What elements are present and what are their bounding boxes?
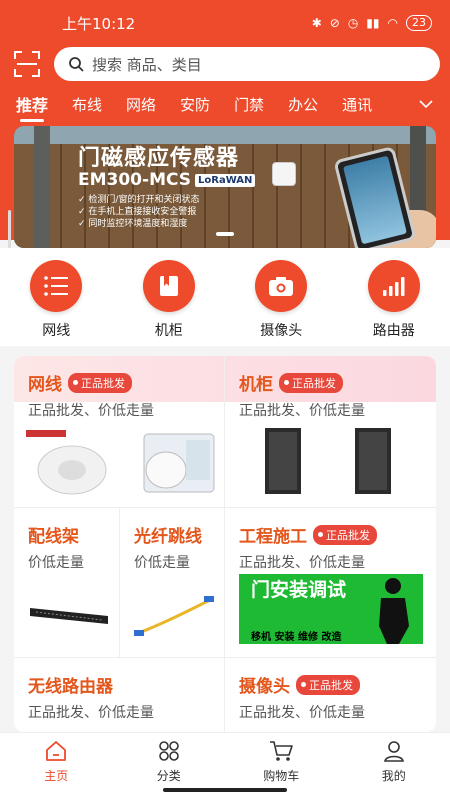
- product-grid: 网线 正品批发 正品批发、价低走量 机柜 正品批发 正品批发、价低走量 配线架 …: [14, 356, 436, 732]
- card-subtitle: 正品批发、价低走量: [239, 705, 365, 721]
- promo-banner[interactable]: 门磁感应传感器 EM300-MCS LoRaWAN ✓ 检测门/窗的打开和关闭状…: [14, 126, 436, 248]
- quick-categories: 网线 机柜 摄像头 路由器: [0, 248, 450, 346]
- tab-label: 购物车: [263, 769, 300, 783]
- home-indicator: [163, 788, 287, 792]
- signal-bars-icon: [367, 260, 420, 312]
- tab-recommend[interactable]: 推荐: [16, 92, 48, 122]
- cart-icon: [270, 741, 294, 761]
- banner-model: EM300-MCS LoRaWAN: [78, 170, 256, 190]
- sensor-image: [272, 162, 296, 186]
- card-subtitle: 正品批发、价低走量: [28, 403, 154, 419]
- grid-card-fiber-patch[interactable]: 光纤跳线 价低走量: [120, 508, 225, 658]
- book-icon: [142, 260, 195, 312]
- category-tabs: 推荐 布线 网络 安防 门禁 办公 通讯: [0, 82, 450, 126]
- tab-office[interactable]: 办公: [288, 94, 318, 115]
- tab-communication[interactable]: 通讯: [342, 94, 372, 115]
- scan-icon[interactable]: [14, 51, 40, 77]
- tab-label: 我的: [381, 769, 406, 783]
- installation-subline: 移机 安装 维修 改造: [251, 632, 342, 643]
- card-title: 摄像头: [239, 677, 290, 697]
- bluetooth-icon: ✱: [311, 16, 322, 30]
- status-badge: 正品批发: [68, 372, 132, 393]
- grid-card-cabinet[interactable]: 机柜 正品批发 正品批发、价低走量: [225, 356, 436, 508]
- quick-item-router[interactable]: 路由器: [354, 260, 434, 346]
- search-placeholder: 搜索 商品、类目: [92, 55, 202, 74]
- grid-icon: [158, 741, 179, 761]
- status-time: 上午10:12: [62, 14, 136, 33]
- installation-image: 门安装调试 移机 安装 维修 改造: [239, 574, 423, 644]
- card-title: 工程施工: [239, 527, 307, 547]
- battery-icon: 23: [406, 15, 432, 31]
- search-icon: [69, 57, 84, 72]
- grid-card-patch-panel[interactable]: 配线架 价低走量: [14, 508, 120, 658]
- card-subtitle: 正品批发、价低走量: [239, 403, 365, 419]
- grid-card-network-cable[interactable]: 网线 正品批发 正品批发、价低走量: [14, 356, 225, 508]
- tab-network[interactable]: 网络: [126, 94, 156, 115]
- grid-card-camera[interactable]: 摄像头 正品批发 正品批发、价低走量: [225, 658, 436, 732]
- tab-label: 主页: [44, 769, 69, 783]
- grid-card-engineering[interactable]: 工程施工 正品批发 正品批发、价低走量 门安装调试 移机 安装 维修 改造: [225, 508, 436, 658]
- tab-mine[interactable]: 我的: [338, 733, 450, 800]
- status-bar: 上午10:12 ✱ ⊘ ◷ ▮▮ ◠ 23: [0, 0, 450, 46]
- status-badge: 正品批发: [279, 372, 343, 393]
- alarm-icon: ◷: [347, 16, 359, 30]
- card-title: 光纤跳线: [134, 527, 202, 547]
- tab-access-control[interactable]: 门禁: [234, 94, 264, 115]
- patch-panel-image: [28, 594, 112, 638]
- user-icon: [383, 741, 404, 762]
- status-icons: ✱ ⊘ ◷ ▮▮ ◠ 23: [312, 15, 432, 31]
- tab-label: 分类: [156, 769, 181, 783]
- fiber-cable-image: [132, 594, 216, 644]
- card-subtitle: 正品批发、价低走量: [239, 555, 365, 571]
- list-icon: [30, 260, 83, 312]
- status-badge: 正品批发: [296, 674, 360, 695]
- card-title: 网线: [28, 375, 62, 395]
- card-title: 配线架: [28, 527, 79, 547]
- quick-item-network-cable[interactable]: 网线: [16, 260, 96, 346]
- quick-label: 网线: [42, 323, 71, 339]
- signal-icon: ▮▮: [366, 16, 380, 30]
- card-title: 机柜: [239, 375, 273, 395]
- carousel-indicator: [216, 232, 234, 236]
- installation-headline: 门安装调试: [251, 579, 347, 601]
- camera-icon: [255, 260, 308, 312]
- grid-card-wireless-router[interactable]: 无线路由器 正品批发、价低走量: [14, 658, 225, 732]
- quick-label: 摄像头: [260, 323, 303, 339]
- cabinet-image: [255, 426, 415, 502]
- card-title: 无线路由器: [28, 677, 113, 697]
- status-badge: 正品批发: [313, 524, 377, 545]
- quick-item-camera[interactable]: 摄像头: [241, 260, 321, 346]
- quick-item-cabinet[interactable]: 机柜: [129, 260, 209, 346]
- tab-security[interactable]: 安防: [180, 94, 210, 115]
- tab-home[interactable]: 主页: [0, 733, 113, 800]
- mute-icon: ⊘: [329, 16, 340, 30]
- card-subtitle: 价低走量: [134, 555, 190, 571]
- quick-label: 路由器: [372, 323, 415, 339]
- banner-bullets: ✓ 检测门/窗的打开和关闭状态 ✓ 在手机上直接接收安全警报 ✓ 同时监控环境温…: [78, 195, 200, 229]
- cable-spool-image: [26, 430, 216, 500]
- home-icon: [46, 741, 67, 761]
- banner-title: 门磁感应传感器: [78, 146, 240, 171]
- tab-cabling[interactable]: 布线: [72, 94, 102, 115]
- wifi-icon: ◠: [387, 16, 398, 30]
- card-subtitle: 价低走量: [28, 555, 84, 571]
- quick-label: 机柜: [154, 323, 183, 339]
- search-input[interactable]: 搜索 商品、类目: [54, 47, 440, 81]
- card-subtitle: 正品批发、价低走量: [28, 705, 154, 721]
- chevron-down-icon[interactable]: [402, 82, 450, 126]
- lorawan-logo: LoRaWAN: [195, 173, 256, 187]
